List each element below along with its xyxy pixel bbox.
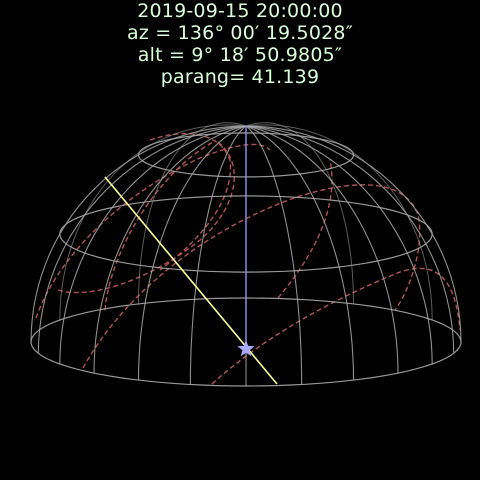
azimuth-meridian — [245, 125, 455, 354]
equatorial-grid-curve — [277, 159, 333, 299]
azimuth-meridian-back — [138, 122, 247, 304]
azimuth-meridian — [59, 125, 247, 365]
equatorial-grid-curve — [149, 132, 232, 271]
azimuth-meridian — [245, 125, 433, 365]
parallactic-angle-label: parang= 41.139 — [160, 66, 320, 88]
azimuth-label: az = 136° 00′ 19.5028″ — [126, 22, 354, 44]
azimuth-meridian-back — [245, 122, 354, 304]
azimuth-meridian — [30, 125, 247, 343]
timestamp-label: 2019-09-15 20:00:00 — [137, 0, 343, 22]
equatorial-grid-curve — [35, 143, 271, 319]
azimuth-meridian — [37, 125, 247, 354]
sky-dome-view: 2019-09-15 20:00:00 az = 136° 00′ 19.502… — [0, 0, 480, 480]
azimuth-meridian — [245, 125, 462, 343]
altitude-label: alt = 9° 18′ 50.9805″ — [137, 44, 343, 66]
